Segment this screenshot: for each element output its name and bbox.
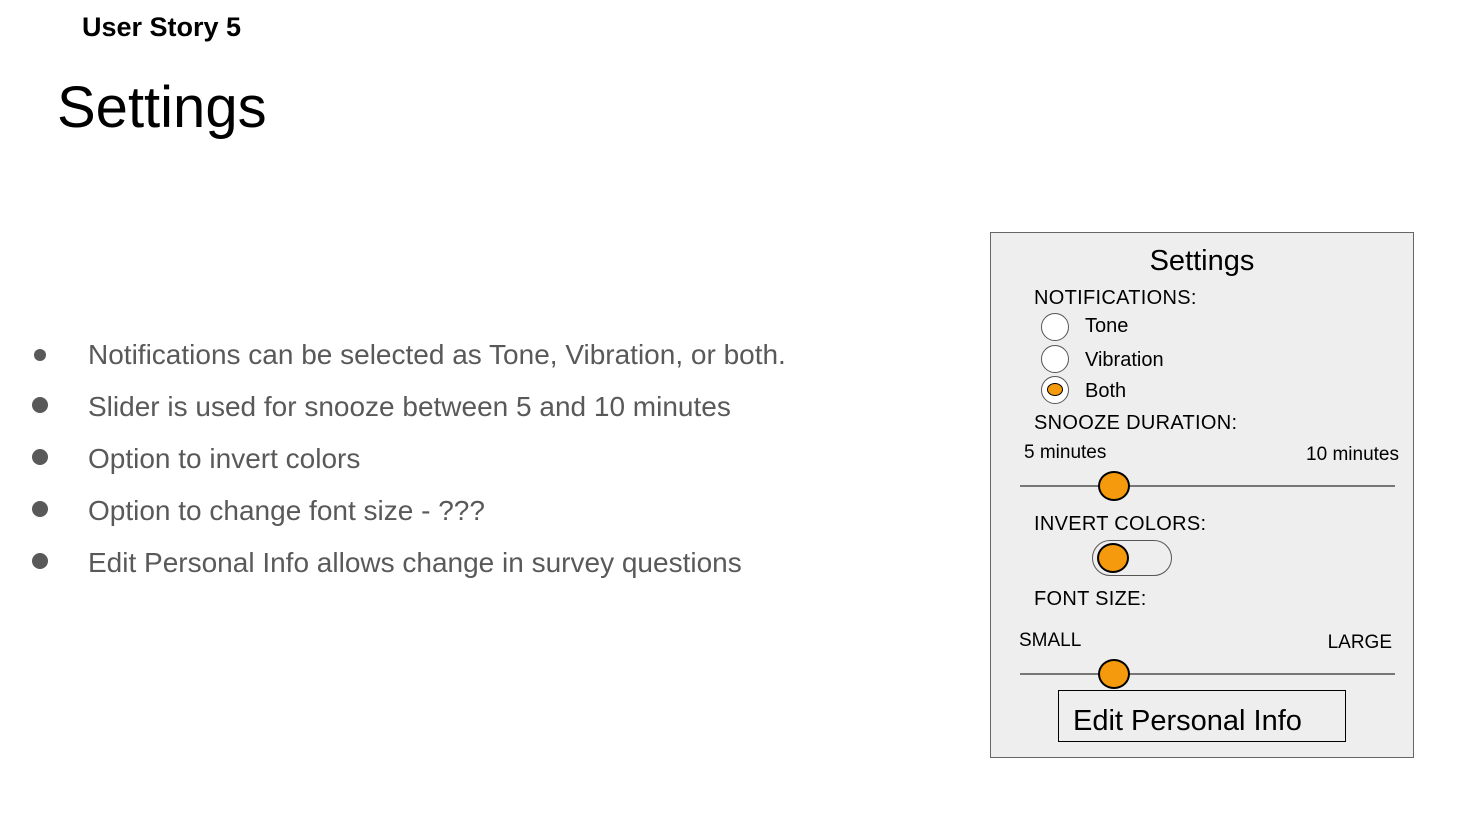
- snooze-slider-thumb[interactable]: [1097, 471, 1130, 501]
- notifications-label: NOTIFICATIONS:: [1034, 287, 1197, 309]
- font-size-label: FONT SIZE:: [1034, 588, 1147, 610]
- font-size-max-label: LARGE: [1327, 632, 1392, 653]
- bullet-icon: [32, 397, 48, 413]
- mockup-title: Settings: [1149, 245, 1255, 277]
- radio-vibration-label: Vibration: [1085, 349, 1164, 371]
- radio-both[interactable]: [1041, 376, 1069, 404]
- radio-both-label: Both: [1085, 380, 1127, 402]
- bullet-icon: [32, 553, 48, 569]
- snooze-min-label: 5 minutes: [1024, 442, 1107, 463]
- page-title: Settings: [57, 75, 267, 140]
- snooze-max-label: 10 minutes: [1306, 444, 1399, 465]
- font-size-slider-thumb[interactable]: [1097, 659, 1130, 689]
- invert-colors-label: INVERT COLORS:: [1034, 513, 1207, 535]
- font-size-min-label: SMALL: [1019, 630, 1082, 651]
- bullet-icon: [34, 349, 46, 361]
- snooze-slider-track[interactable]: [1020, 485, 1395, 487]
- radio-vibration[interactable]: [1041, 345, 1069, 373]
- list-item-text: Option to invert colors: [88, 443, 361, 474]
- story-label: User Story 5: [82, 12, 242, 42]
- toggle-knob: [1097, 543, 1129, 573]
- bullet-icon: [32, 449, 48, 465]
- invert-colors-toggle[interactable]: [1092, 540, 1172, 576]
- edit-personal-info-button[interactable]: Edit Personal Info: [1058, 690, 1346, 742]
- bullet-icon: [32, 501, 48, 517]
- list-item-text: Option to change font size - ???: [88, 495, 485, 526]
- snooze-label: SNOOZE DURATION:: [1034, 412, 1238, 434]
- font-size-slider-track[interactable]: [1020, 673, 1395, 675]
- settings-mockup-panel: Settings NOTIFICATIONS: Tone Vibration B…: [990, 232, 1414, 758]
- radio-tone[interactable]: [1041, 313, 1069, 341]
- radio-tone-label: Tone: [1085, 315, 1129, 337]
- list-item-text: Edit Personal Info allows change in surv…: [88, 547, 742, 578]
- list-item-text: Slider is used for snooze between 5 and …: [88, 391, 731, 422]
- list-item-text: Notifications can be selected as Tone, V…: [88, 339, 786, 370]
